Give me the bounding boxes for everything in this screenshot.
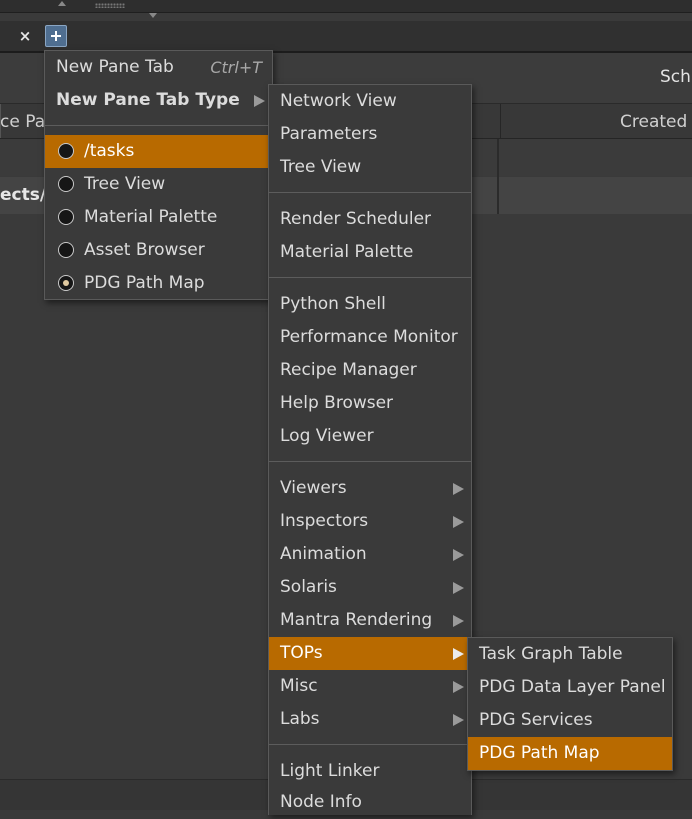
- menu-separator: [269, 192, 471, 193]
- pane-tab-type-submenu: Network View Parameters Tree View Render…: [268, 84, 472, 815]
- collapse-up-arrow-icon[interactable]: [58, 1, 66, 6]
- menu-item-label: Tree View: [280, 157, 362, 177]
- pane-tab-bar: [0, 21, 692, 53]
- submenu-arrow-icon: [453, 483, 464, 495]
- menu-item-label: Render Scheduler: [280, 209, 432, 229]
- menu-item-label: Help Browser: [280, 393, 394, 413]
- menu-item-viewers[interactable]: Viewers: [269, 472, 471, 505]
- menu-item-label: Misc: [280, 676, 318, 696]
- menu-item-solaris[interactable]: Solaris: [269, 571, 471, 604]
- menu-item-pane-material-palette[interactable]: Material Palette: [45, 201, 272, 234]
- tops-submenu: Task Graph Table PDG Data Layer Panel PD…: [467, 637, 673, 771]
- shortcut-label: Ctrl+T: [210, 58, 262, 77]
- menu-item-node-info[interactable]: Node Info: [269, 786, 471, 819]
- menu-item-inspectors[interactable]: Inspectors: [269, 505, 471, 538]
- menu-item-new-pane-tab[interactable]: New Pane Tab Ctrl+T: [45, 51, 272, 84]
- menu-item-tree-view[interactable]: Tree View: [269, 151, 471, 184]
- radio-selected-icon: [58, 275, 74, 291]
- submenu-arrow-icon: [453, 681, 464, 693]
- menu-item-tops[interactable]: TOPs: [269, 637, 471, 670]
- menu-item-label: Performance Monitor: [280, 327, 458, 347]
- menu-item-label: Parameters: [280, 124, 378, 144]
- menu-item-network-view[interactable]: Network View: [269, 85, 471, 118]
- menu-item-recipe-manager[interactable]: Recipe Manager: [269, 354, 471, 387]
- menu-item-label: /tasks: [84, 141, 135, 161]
- menu-item-performance-monitor[interactable]: Performance Monitor: [269, 321, 471, 354]
- menu-item-label: Asset Browser: [84, 240, 205, 260]
- menu-item-light-linker[interactable]: Light Linker: [269, 755, 471, 788]
- menu-item-pdg-services[interactable]: PDG Services: [468, 704, 672, 737]
- drag-grip-icon[interactable]: [95, 3, 125, 8]
- scheduler-label: Sch: [660, 67, 691, 87]
- menu-item-label: Labs: [280, 709, 320, 729]
- menu-item-render-scheduler[interactable]: Render Scheduler: [269, 203, 471, 236]
- menu-item-label: Material Palette: [84, 207, 218, 227]
- menu-item-label: TOPs: [280, 643, 323, 663]
- menu-item-mantra-rendering[interactable]: Mantra Rendering: [269, 604, 471, 637]
- menu-item-material-palette[interactable]: Material Palette: [269, 236, 471, 269]
- menu-item-label: Node Info: [280, 792, 362, 812]
- submenu-arrow-icon: [453, 549, 464, 561]
- menu-item-python-shell[interactable]: Python Shell: [269, 288, 471, 321]
- menu-item-label: Material Palette: [280, 242, 414, 262]
- menu-item-task-graph-table[interactable]: Task Graph Table: [468, 638, 672, 671]
- menu-item-pdg-path-map[interactable]: PDG Path Map: [468, 737, 672, 770]
- menu-item-label: Log Viewer: [280, 426, 374, 446]
- menu-item-pane-pdg-path-map[interactable]: PDG Path Map: [45, 267, 272, 300]
- menu-separator: [269, 277, 471, 278]
- column-divider: [497, 139, 499, 214]
- menu-item-misc[interactable]: Misc: [269, 670, 471, 703]
- radio-icon: [58, 242, 74, 258]
- menu-item-label: PDG Data Layer Panel: [479, 677, 666, 697]
- menu-item-log-viewer[interactable]: Log Viewer: [269, 420, 471, 453]
- menu-item-parameters[interactable]: Parameters: [269, 118, 471, 151]
- menu-item-help-browser[interactable]: Help Browser: [269, 387, 471, 420]
- column-divider[interactable]: [500, 104, 501, 138]
- submenu-arrow-icon: [254, 95, 265, 107]
- expand-down-arrow-icon[interactable]: [149, 13, 157, 18]
- close-tab-icon[interactable]: ×: [14, 24, 36, 48]
- menu-item-label: New Pane Tab Type: [56, 90, 240, 110]
- menu-item-label: PDG Path Map: [84, 273, 205, 293]
- menu-separator: [269, 744, 471, 745]
- menu-item-pane-asset-browser[interactable]: Asset Browser: [45, 234, 272, 267]
- menu-item-pane-tree-view[interactable]: Tree View: [45, 168, 272, 201]
- menu-separator: [269, 461, 471, 462]
- submenu-arrow-icon: [453, 615, 464, 627]
- table-cell-path: ects/: [0, 185, 47, 205]
- menu-item-label: Mantra Rendering: [280, 610, 433, 630]
- submenu-arrow-icon: [453, 516, 464, 528]
- menu-item-label: Animation: [280, 544, 367, 564]
- radio-icon: [58, 176, 74, 192]
- menu-item-label: New Pane Tab: [56, 57, 174, 77]
- add-tab-plus-button[interactable]: [45, 25, 67, 47]
- tab-context-menu: New Pane Tab Ctrl+T New Pane Tab Type /t…: [44, 50, 273, 300]
- menu-item-animation[interactable]: Animation: [269, 538, 471, 571]
- column-header-created[interactable]: Created I: [620, 112, 692, 132]
- menu-item-label: Python Shell: [280, 294, 386, 314]
- menu-item-label: PDG Services: [479, 710, 593, 730]
- menu-item-label: Tree View: [84, 174, 166, 194]
- submenu-arrow-icon: [453, 714, 464, 726]
- menu-item-label: Recipe Manager: [280, 360, 417, 380]
- radio-icon: [58, 143, 74, 159]
- menu-item-labs[interactable]: Labs: [269, 703, 471, 736]
- menu-separator: [45, 125, 272, 126]
- menu-item-pane-tasks[interactable]: /tasks: [45, 135, 272, 168]
- radio-icon: [58, 209, 74, 225]
- menu-item-label: Viewers: [280, 478, 347, 498]
- menu-item-pdg-data-layer-panel[interactable]: PDG Data Layer Panel: [468, 671, 672, 704]
- menu-item-label: Network View: [280, 91, 397, 111]
- menu-item-label: Light Linker: [280, 761, 380, 781]
- submenu-arrow-icon: [453, 648, 464, 660]
- menu-item-label: Solaris: [280, 577, 337, 597]
- menu-item-label: Task Graph Table: [479, 644, 623, 664]
- menu-item-label: Inspectors: [280, 511, 369, 531]
- menu-item-label: PDG Path Map: [479, 743, 600, 763]
- submenu-arrow-icon: [453, 582, 464, 594]
- menu-item-new-pane-tab-type[interactable]: New Pane Tab Type: [45, 84, 272, 117]
- column-header-path[interactable]: ce Pa: [0, 112, 45, 132]
